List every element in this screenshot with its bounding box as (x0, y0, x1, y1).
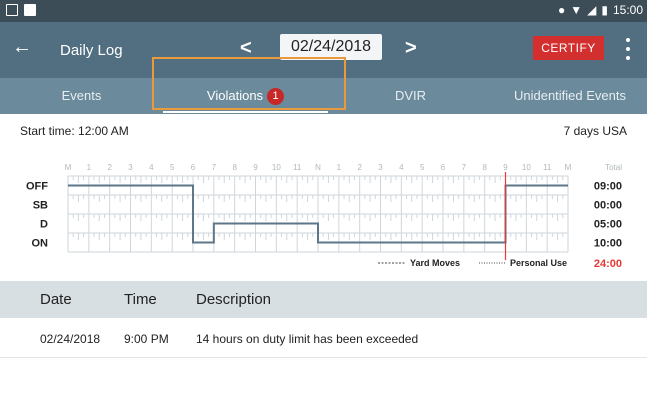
tab-label: Unidentified Events (513, 88, 626, 103)
hour-tick-label: 4 (399, 163, 404, 172)
header-time: Time (124, 291, 157, 308)
app-bar: ← Daily Log < 02/24/2018 > CERTIFY (0, 22, 647, 78)
hour-tick-label: M (565, 163, 572, 172)
tab-bar: Events Violations 1 DVIR Unidentified Eve… (0, 78, 647, 114)
tab-label: DVIR (394, 88, 427, 103)
header-date: Date (40, 291, 72, 308)
signal-icon: ◢ (587, 3, 597, 17)
hour-tick-label: 11 (293, 163, 302, 172)
hour-tick-label: 7 (462, 163, 467, 172)
next-day-button[interactable]: > (405, 37, 417, 60)
total-header: Total (605, 163, 622, 172)
grand-total: 24:00 (594, 258, 622, 270)
legend-personal-use: Personal Use (510, 258, 567, 268)
gallery-icon (6, 4, 18, 16)
tab-dvir[interactable]: DVIR (328, 78, 493, 114)
hour-tick-label: 1 (87, 163, 92, 172)
cycle-label: 7 days USA (563, 124, 627, 138)
hour-tick-label: 2 (107, 163, 112, 172)
hour-tick-label: 9 (253, 163, 258, 172)
back-arrow-icon[interactable]: ← (12, 37, 32, 57)
battery-icon: ▮ (601, 3, 608, 17)
legend-yard-moves: Yard Moves (410, 258, 460, 268)
hour-tick-label: N (315, 163, 321, 172)
hour-tick-label: 6 (191, 163, 196, 172)
status-indicators: ● ▼ ◢ ▮ 15:00 (558, 3, 643, 17)
tab-violations[interactable]: Violations 1 (163, 78, 328, 114)
row-total: 05:00 (594, 219, 622, 231)
hour-tick-label: 5 (170, 163, 175, 172)
location-icon: ● (557, 3, 566, 17)
tab-unidentified-events[interactable]: Unidentified Events (493, 78, 647, 114)
active-tab-indicator (163, 111, 328, 113)
hour-tick-label: 4 (149, 163, 154, 172)
hour-tick-label: 11 (543, 163, 552, 172)
row-date: 02/24/2018 (40, 332, 101, 346)
row-total: 09:00 (594, 181, 622, 193)
wifi-icon: ▼ (570, 3, 583, 17)
certify-button[interactable]: CERTIFY (533, 36, 604, 60)
clock: 15:00 (612, 3, 643, 17)
hour-tick-label: 8 (232, 163, 237, 172)
row-total: 10:00 (594, 238, 622, 250)
row-description: 14 hours on duty limit has been exceeded (196, 332, 419, 346)
table-header: Date Time Description (0, 281, 647, 318)
hour-tick-label: 3 (378, 163, 383, 172)
hour-tick-label: 6 (441, 163, 446, 172)
tab-label: Events (61, 88, 102, 103)
header-description: Description (196, 291, 272, 308)
tab-label: Violations (206, 88, 264, 103)
start-time-label: Start time: 12:00 AM (20, 124, 129, 138)
table-row[interactable]: 02/24/2018 9:00 PM 14 hours on duty limi… (0, 318, 647, 358)
hour-tick-label: 1 (337, 163, 342, 172)
row-time: 9:00 PM (124, 332, 169, 346)
hour-tick-label: 8 (482, 163, 487, 172)
row-label: OFF (26, 181, 48, 193)
row-label: D (40, 219, 48, 231)
hour-tick-label: M (65, 163, 72, 172)
hour-tick-label: 9 (503, 163, 508, 172)
hour-tick-label: 5 (420, 163, 425, 172)
log-grid-chart: M 1 2 3 4 5 6 7 8 9 10 11 N 1 2 3 4 5 6 7 8 9 10 11 M OFF SB D ON Tot… (26, 163, 622, 270)
previous-day-button[interactable]: < (240, 37, 252, 60)
more-options-icon[interactable] (620, 36, 636, 62)
hour-tick-label: 2 (357, 163, 362, 172)
page-title: Daily Log (60, 42, 123, 59)
hour-tick-label: 10 (522, 163, 531, 172)
row-total: 00:00 (594, 200, 622, 212)
hour-tick-label: 10 (272, 163, 281, 172)
tab-events[interactable]: Events (0, 78, 163, 114)
row-label: ON (32, 238, 49, 250)
notification-icon (24, 4, 36, 16)
hour-tick-label: 7 (212, 163, 217, 172)
notification-icons (6, 4, 36, 16)
status-bar: ● ▼ ◢ ▮ 15:00 (0, 0, 647, 22)
row-label: SB (33, 200, 48, 212)
violation-count-badge: 1 (267, 88, 285, 105)
date-field[interactable]: 02/24/2018 (280, 34, 382, 60)
hour-tick-label: 3 (128, 163, 133, 172)
